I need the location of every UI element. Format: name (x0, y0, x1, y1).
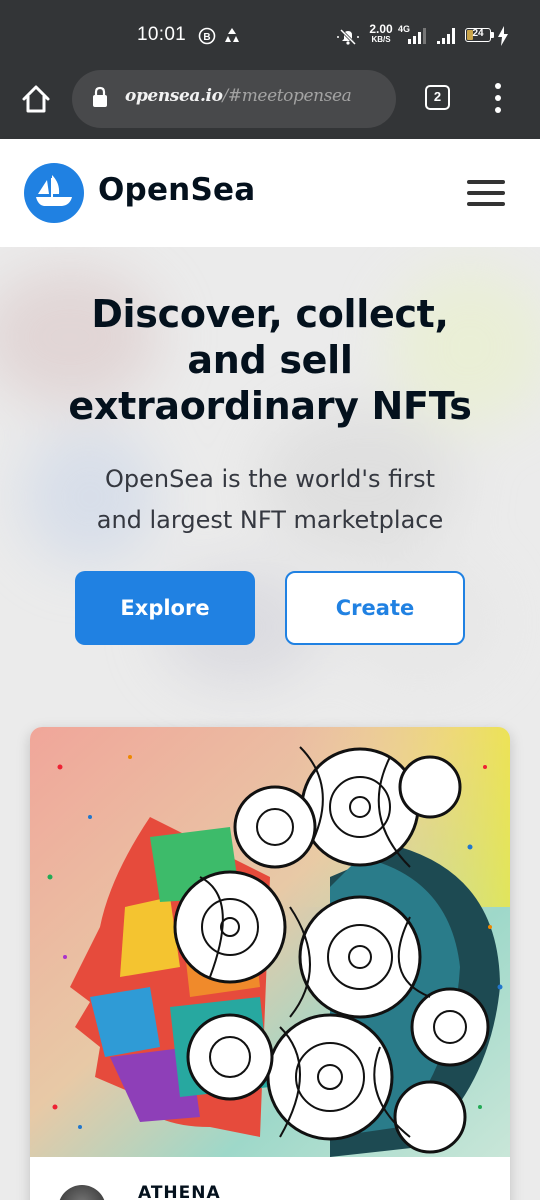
signal-icon (408, 28, 426, 44)
subtitle-line-1: OpenSea is the world's first (105, 465, 435, 493)
headline-line-1: Discover, collect, (91, 292, 449, 336)
tab-count: 2 (433, 89, 442, 104)
card-footer: ATHENA (30, 1157, 510, 1200)
net-speed: 2.00 KB/S (366, 22, 396, 45)
headline-line-2: and sell (187, 338, 353, 382)
lock-icon (93, 86, 107, 107)
status-bar: 10:01 B 2.00 KB/S 4G 24 (0, 0, 540, 70)
url-path: /#meetopensea (222, 86, 352, 106)
url-text: opensea.io/#meetopensea (125, 86, 352, 106)
headline-line-3: extraordinary NFTs (68, 384, 472, 428)
tabs-button[interactable]: 2 (425, 85, 450, 110)
opensea-logo-icon[interactable] (24, 163, 84, 223)
b-badge-icon: B (198, 27, 216, 45)
net-speed-value: 2.00 (369, 22, 393, 36)
site-header: OpenSea (0, 139, 540, 247)
brand-name[interactable]: OpenSea (98, 172, 255, 208)
hero-headline: Discover, collect, and sell extraordinar… (20, 291, 520, 429)
mute-icon (337, 28, 359, 46)
nft-artwork-image[interactable] (30, 727, 510, 1157)
card-title[interactable]: ATHENA (138, 1183, 221, 1200)
explore-button[interactable]: Explore (75, 571, 255, 645)
svg-text:B: B (203, 32, 210, 43)
url-host: opensea.io (125, 86, 223, 106)
status-time: 10:01 (137, 24, 187, 45)
more-vert-icon[interactable] (488, 83, 508, 113)
signal-icon-2 (437, 28, 455, 44)
battery-tip (491, 32, 494, 38)
recycle-icon (225, 28, 239, 42)
create-button[interactable]: Create (285, 571, 465, 645)
featured-nft-card[interactable]: ATHENA (30, 727, 510, 1200)
creator-avatar[interactable] (58, 1185, 106, 1200)
subtitle-line-2: and largest NFT marketplace (96, 506, 444, 534)
browser-toolbar: opensea.io/#meetopensea 2 (0, 70, 540, 139)
battery-icon: 24 (465, 28, 491, 42)
hero-section: Discover, collect, and sell extraordinar… (0, 247, 540, 1200)
address-bar[interactable]: opensea.io/#meetopensea (72, 70, 396, 128)
charging-icon (498, 26, 508, 46)
hero-subtitle: OpenSea is the world's first and largest… (50, 459, 490, 541)
home-icon[interactable] (20, 83, 52, 115)
battery-level: 24 (472, 28, 484, 39)
net-speed-unit: KB/S (371, 35, 391, 44)
hamburger-menu-icon[interactable] (467, 180, 505, 206)
